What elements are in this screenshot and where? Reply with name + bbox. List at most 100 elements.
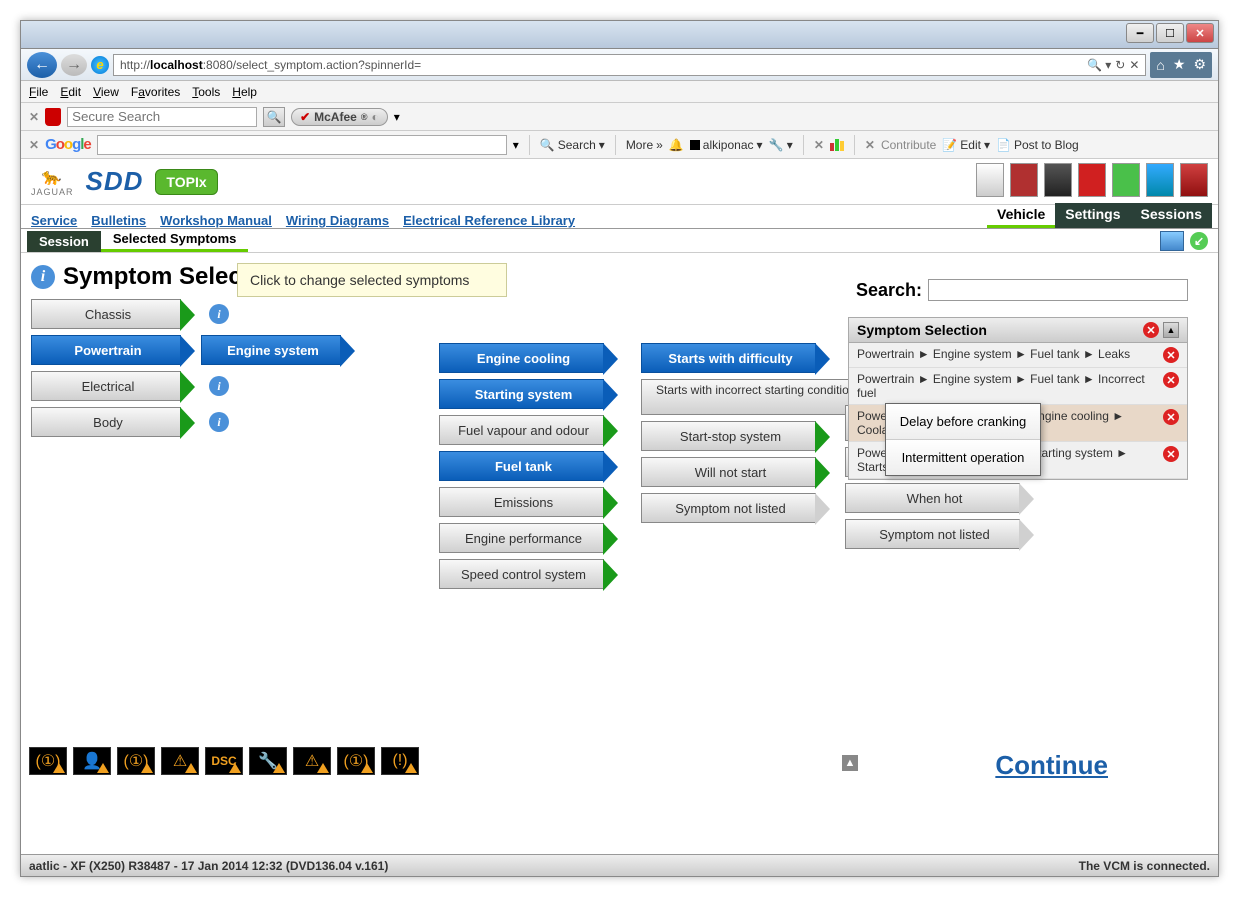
- btn-emissions[interactable]: Emissions: [439, 487, 604, 517]
- nav-wiring-diagrams[interactable]: Wiring Diagrams: [286, 213, 389, 228]
- stats-icon[interactable]: [830, 139, 844, 151]
- google-search-input[interactable]: [97, 135, 507, 155]
- btn-engine-performance[interactable]: Engine performance: [439, 523, 604, 553]
- back-button[interactable]: ←: [27, 52, 57, 78]
- nav-service[interactable]: Service: [31, 213, 77, 228]
- btn-engine-system[interactable]: Engine system: [201, 335, 341, 365]
- btn-start-stop-system[interactable]: Start-stop system: [641, 421, 816, 451]
- tool-icon-2[interactable]: [1010, 163, 1038, 197]
- selection-collapse[interactable]: ▲: [1163, 322, 1179, 338]
- btn-starts-with-difficulty[interactable]: Starts with difficulty: [641, 343, 816, 373]
- warn-icon-1[interactable]: (①): [29, 747, 67, 775]
- info-icon-electrical[interactable]: i: [209, 376, 229, 396]
- menu-favorites[interactable]: Favorites: [131, 85, 180, 99]
- search-dropdown-icon[interactable]: 🔍 ▾: [1087, 58, 1111, 72]
- remove-selection-1[interactable]: ✕: [1163, 347, 1179, 363]
- post-to-blog-button[interactable]: 📄 Post to Blog: [996, 138, 1079, 152]
- remove-selection-2[interactable]: ✕: [1163, 372, 1179, 388]
- google-user[interactable]: alkiponac ▾: [690, 138, 763, 152]
- menu-help[interactable]: Help: [232, 85, 257, 99]
- mcafee-help-icon[interactable]: ◐: [371, 110, 378, 124]
- info-icon-chassis[interactable]: i: [209, 304, 229, 324]
- favorites-icon[interactable]: ★: [1173, 56, 1186, 73]
- btn-will-not-start[interactable]: Will not start: [641, 457, 816, 487]
- btn-starting-system[interactable]: Starting system: [439, 379, 604, 409]
- btn-symptom-not-listed-l4[interactable]: Symptom not listed: [845, 519, 1020, 549]
- menu-view[interactable]: View: [93, 85, 119, 99]
- edit-button[interactable]: 📝 Edit ▾: [942, 138, 990, 152]
- tab-sessions[interactable]: Sessions: [1131, 203, 1212, 228]
- menu-tools[interactable]: Tools: [192, 85, 220, 99]
- url-bar[interactable]: http:// localhost :8080/select_symptom.a…: [113, 54, 1146, 76]
- mcafee-badge[interactable]: ✔ McAfee ® ◐: [291, 108, 388, 126]
- tab-selected-symptoms[interactable]: Selected Symptoms: [101, 228, 249, 252]
- nav-electrical-reference[interactable]: Electrical Reference Library: [403, 213, 575, 228]
- btn-body[interactable]: Body: [31, 407, 181, 437]
- tool-icon-4[interactable]: [1078, 163, 1106, 197]
- maximize-button[interactable]: ☐: [1156, 23, 1184, 43]
- notification-icon[interactable]: 🔔: [669, 138, 684, 152]
- selection-item-1[interactable]: Powertrain ► Engine system ► Fuel tank ►…: [849, 343, 1187, 368]
- btn-engine-cooling[interactable]: Engine cooling: [439, 343, 604, 373]
- tab-vehicle[interactable]: Vehicle: [987, 203, 1055, 228]
- google-search-button[interactable]: 🔍 Search ▾: [540, 138, 605, 152]
- tools-icon[interactable]: ⚙: [1193, 56, 1206, 73]
- toolbar-close-2[interactable]: ✕: [29, 138, 39, 152]
- menu-edit[interactable]: Edit: [60, 85, 81, 99]
- continue-link[interactable]: Continue: [995, 750, 1108, 781]
- tool-icon-1[interactable]: [976, 163, 1004, 197]
- remove-selection-4[interactable]: ✕: [1163, 446, 1179, 462]
- contribute-link[interactable]: Contribute: [881, 138, 936, 152]
- warn-icon-5[interactable]: DSC: [205, 747, 243, 775]
- nav-bulletins[interactable]: Bulletins: [91, 213, 146, 228]
- info-icon-body[interactable]: i: [209, 412, 229, 432]
- tool-icon-6[interactable]: [1146, 163, 1174, 197]
- google-search-dropdown[interactable]: ▾: [513, 138, 519, 152]
- scroll-up-icon[interactable]: ▲: [842, 755, 858, 771]
- btn-electrical[interactable]: Electrical: [31, 371, 181, 401]
- warn-icon-4[interactable]: ⚠: [161, 747, 199, 775]
- warn-icon-7[interactable]: ⚠: [293, 747, 331, 775]
- menu-file[interactable]: File: [29, 85, 48, 99]
- warn-icon-3[interactable]: (①): [117, 747, 155, 775]
- btn-speed-control[interactable]: Speed control system: [439, 559, 604, 589]
- refresh-icon[interactable]: ↻: [1115, 58, 1125, 72]
- tab-session[interactable]: Session: [27, 231, 101, 252]
- forward-button[interactable]: →: [61, 54, 87, 76]
- toolbar-close-1[interactable]: ✕: [29, 110, 39, 124]
- warn-icon-9[interactable]: (!): [381, 747, 419, 775]
- info-icon[interactable]: i: [31, 265, 55, 289]
- btn-fuel-vapour[interactable]: Fuel vapour and odour: [439, 415, 604, 445]
- wrench-icon[interactable]: 🔧 ▾: [769, 138, 793, 152]
- btn-symptom-not-listed-l3[interactable]: Symptom not listed: [641, 493, 816, 523]
- toolbar-close-3[interactable]: ✕: [814, 138, 824, 152]
- remove-selection-3[interactable]: ✕: [1163, 409, 1179, 425]
- check-circle-icon[interactable]: ↙: [1190, 232, 1208, 250]
- popup-intermittent-operation[interactable]: Intermittent operation: [886, 440, 1040, 475]
- warn-icon-8[interactable]: (①): [337, 747, 375, 775]
- btn-when-hot[interactable]: When hot: [845, 483, 1020, 513]
- btn-chassis[interactable]: Chassis: [31, 299, 181, 329]
- search-input[interactable]: [928, 279, 1188, 301]
- stop-icon[interactable]: ✕: [1129, 58, 1139, 72]
- selection-clear-all[interactable]: ✕: [1143, 322, 1159, 338]
- popup-delay-before-cranking[interactable]: Delay before cranking: [886, 404, 1040, 440]
- selection-item-2[interactable]: Powertrain ► Engine system ► Fuel tank ►…: [849, 368, 1187, 405]
- btn-powertrain[interactable]: Powertrain: [31, 335, 181, 365]
- warn-icon-2[interactable]: 👤: [73, 747, 111, 775]
- google-more-button[interactable]: More »: [626, 138, 663, 152]
- topix-badge[interactable]: TOPIx: [155, 169, 217, 195]
- minimize-button[interactable]: ━: [1126, 23, 1154, 43]
- btn-starts-incorrect-conditions[interactable]: Starts with incorrect starting condition…: [641, 379, 872, 415]
- warn-icon-6[interactable]: 🔧: [249, 747, 287, 775]
- tab-settings[interactable]: Settings: [1055, 203, 1130, 228]
- toolbar-close-4[interactable]: ✕: [865, 138, 875, 152]
- btn-fuel-tank[interactable]: Fuel tank: [439, 451, 604, 481]
- mcafee-dropdown-icon[interactable]: ▾: [394, 110, 400, 124]
- mcafee-search-input[interactable]: [67, 107, 257, 127]
- nav-workshop-manual[interactable]: Workshop Manual: [160, 213, 272, 228]
- tool-icon-5[interactable]: [1112, 163, 1140, 197]
- close-button[interactable]: ✕: [1186, 23, 1214, 43]
- mcafee-search-button[interactable]: 🔍: [263, 107, 285, 127]
- monitor-icon[interactable]: [1160, 231, 1184, 251]
